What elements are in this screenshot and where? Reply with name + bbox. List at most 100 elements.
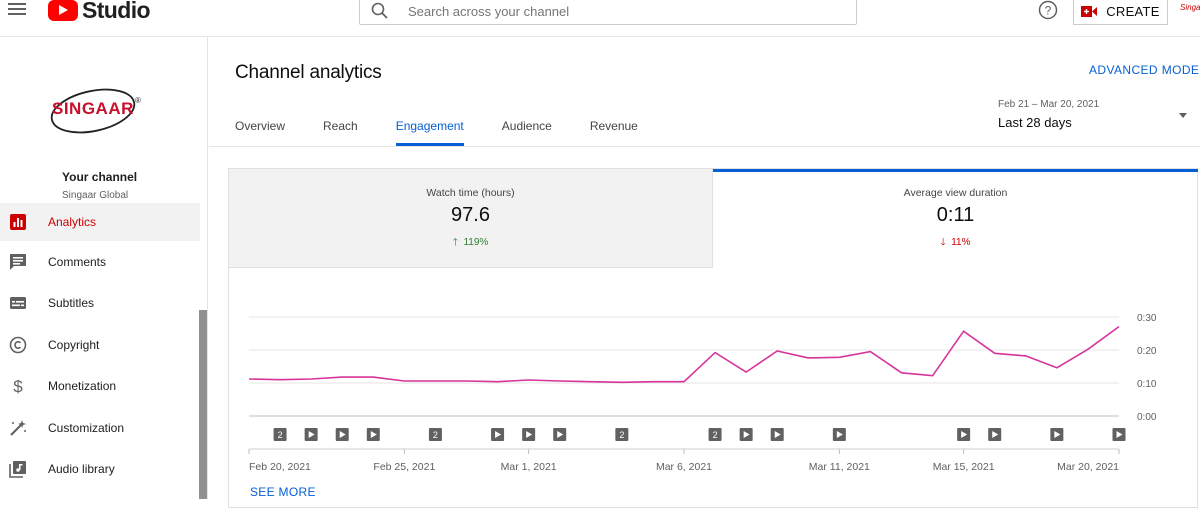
- video-marker-icon[interactable]: [553, 428, 567, 441]
- sidebar-item-label: Monetization: [48, 379, 117, 394]
- metric-change: 🡑 119%: [229, 235, 712, 252]
- date-period-text: Last 28 days: [998, 115, 1072, 130]
- metric-label: Watch time (hours): [426, 187, 515, 199]
- sidebar: SINGAAR ® Your channel Singaar Global An…: [0, 37, 208, 499]
- video-count-marker[interactable]: 2: [708, 428, 722, 441]
- sidebar-item-label: Audio library: [48, 462, 115, 477]
- arrow-up-icon: 🡑: [452, 237, 458, 248]
- video-marker-icon[interactable]: [770, 428, 784, 441]
- search-icon[interactable]: [360, 2, 400, 20]
- sidebar-item-monetization[interactable]: $ Monetization: [0, 366, 200, 408]
- metric-change: 🡓 11%: [713, 235, 1198, 252]
- video-camera-icon: [1081, 5, 1098, 17]
- sidebar-nav: Analytics Comments Subtitles Copyright $…: [0, 203, 200, 490]
- audio-library-icon: [8, 459, 28, 479]
- sidebar-item-copyright[interactable]: Copyright: [0, 324, 200, 366]
- metric-watch-time[interactable]: Watch time (hours) 97.6 🡑 119%: [229, 169, 713, 268]
- tab-reach[interactable]: Reach: [323, 119, 358, 146]
- analytics-icon: [8, 212, 28, 232]
- x-tick-label: Feb 20, 2021: [249, 461, 311, 473]
- video-marker-icon[interactable]: [522, 428, 536, 441]
- your-channel-label: Your channel: [62, 170, 138, 184]
- metric-change-value: 11%: [951, 237, 971, 248]
- engagement-line-chart: 0:00 0:10 0:20 0:30 2 2 2 2 Feb 20, 2021 Feb 25, …: [248, 313, 1157, 473]
- sidebar-item-label: Comments: [48, 254, 107, 269]
- create-label: CREATE: [1106, 3, 1160, 19]
- metric-average-view-duration[interactable]: Average view duration 0:11 🡓 11%: [713, 169, 1198, 268]
- youtube-logo-icon: [48, 0, 78, 21]
- metric-label: Average view duration: [903, 187, 1008, 199]
- arrow-down-icon: 🡓: [940, 237, 946, 248]
- video-marker-icon[interactable]: [304, 428, 318, 441]
- x-tick-label: Mar 6, 2021: [656, 461, 712, 473]
- video-count-marker[interactable]: 2: [615, 428, 629, 441]
- channel-name: Singaar Global: [62, 190, 129, 201]
- video-marker-icon[interactable]: [988, 428, 1002, 441]
- sidebar-item-label: Subtitles: [48, 296, 95, 311]
- video-marker-icon[interactable]: [1050, 428, 1064, 441]
- y-tick-label: 0:20: [1137, 346, 1157, 357]
- svg-text:?: ?: [1045, 4, 1052, 18]
- x-tick-label: Mar 20, 2021: [1057, 461, 1119, 473]
- y-tick-label: 0:00: [1137, 412, 1157, 423]
- sidebar-item-label: Copyright: [48, 337, 100, 352]
- copyright-icon: [8, 335, 28, 355]
- svg-text:2: 2: [713, 430, 718, 440]
- sidebar-item-analytics[interactable]: Analytics: [0, 203, 200, 241]
- tab-engagement[interactable]: Engagement: [395, 119, 464, 146]
- metric-value: 0:11: [936, 204, 975, 226]
- sidebar-item-customization[interactable]: Customization: [0, 407, 200, 449]
- video-marker-icon[interactable]: [335, 428, 349, 441]
- analytics-tabs: Overview Reach Engagement Audience Reven…: [235, 119, 676, 146]
- channel-logo[interactable]: SINGAAR ®: [48, 83, 148, 135]
- create-button[interactable]: CREATE: [1073, 0, 1168, 25]
- series-line: [248, 325, 1120, 384]
- x-tick-label: Feb 25, 2021: [373, 461, 435, 473]
- hamburger-menu-icon[interactable]: [8, 1, 28, 17]
- top-bar: Studio ? CREATE Singaar: [0, 0, 1200, 37]
- x-tick-label: Mar 15, 2021: [933, 461, 995, 473]
- y-tick-label: 0:10: [1137, 379, 1157, 390]
- svg-text:®: ®: [135, 96, 141, 105]
- video-marker-icon[interactable]: [957, 428, 971, 441]
- video-count-marker[interactable]: 2: [273, 428, 287, 441]
- x-tick-label: Mar 11, 2021: [809, 461, 870, 473]
- svg-text:2: 2: [619, 430, 624, 440]
- comments-icon: [8, 252, 28, 272]
- advanced-mode-button[interactable]: ADVANCED MODE: [1089, 63, 1199, 77]
- tab-overview[interactable]: Overview: [235, 119, 285, 146]
- sidebar-item-subtitles[interactable]: Subtitles: [0, 283, 200, 325]
- sidebar-item-comments[interactable]: Comments: [0, 241, 200, 283]
- x-tick-label: Mar 1, 2021: [501, 461, 557, 473]
- tab-revenue[interactable]: Revenue: [590, 119, 638, 146]
- tab-audience[interactable]: Audience: [502, 119, 552, 146]
- svg-text:$: $: [13, 377, 23, 395]
- chevron-down-icon: [1179, 113, 1187, 118]
- search-input[interactable]: [408, 3, 848, 19]
- tab-divider: [209, 146, 1200, 147]
- help-icon[interactable]: ?: [1038, 0, 1058, 20]
- video-marker-icon[interactable]: [832, 428, 846, 441]
- subtitles-icon: [8, 293, 28, 313]
- video-marker-icon[interactable]: [366, 428, 380, 441]
- video-count-marker[interactable]: 2: [428, 428, 442, 441]
- date-range-text: Feb 21 – Mar 20, 2021: [998, 99, 1100, 110]
- monetization-icon: $: [8, 376, 28, 396]
- account-avatar[interactable]: Singaar: [1180, 3, 1200, 15]
- sidebar-item-label: Analytics: [48, 215, 97, 229]
- metric-change-value: 119%: [463, 237, 489, 248]
- video-marker-icon[interactable]: [491, 428, 505, 441]
- svg-text:2: 2: [433, 430, 438, 440]
- studio-logo[interactable]: Studio: [48, 0, 151, 24]
- video-marker-icon[interactable]: [1112, 428, 1126, 441]
- video-marker-icon[interactable]: [739, 428, 753, 441]
- date-range-selector[interactable]: Feb 21 – Mar 20, 2021 Last 28 days: [998, 99, 1188, 130]
- sidebar-scrollbar[interactable]: [199, 310, 207, 499]
- account-avatar-text: Singaar: [1180, 3, 1200, 12]
- svg-text:2: 2: [278, 430, 283, 440]
- see-more-link[interactable]: SEE MORE: [250, 485, 316, 499]
- sidebar-item-audio-library[interactable]: Audio library: [0, 449, 200, 491]
- search-box[interactable]: [359, 0, 857, 25]
- main-content: Channel analytics ADVANCED MODE Overview…: [209, 37, 1200, 508]
- y-tick-label: 0:30: [1137, 313, 1157, 324]
